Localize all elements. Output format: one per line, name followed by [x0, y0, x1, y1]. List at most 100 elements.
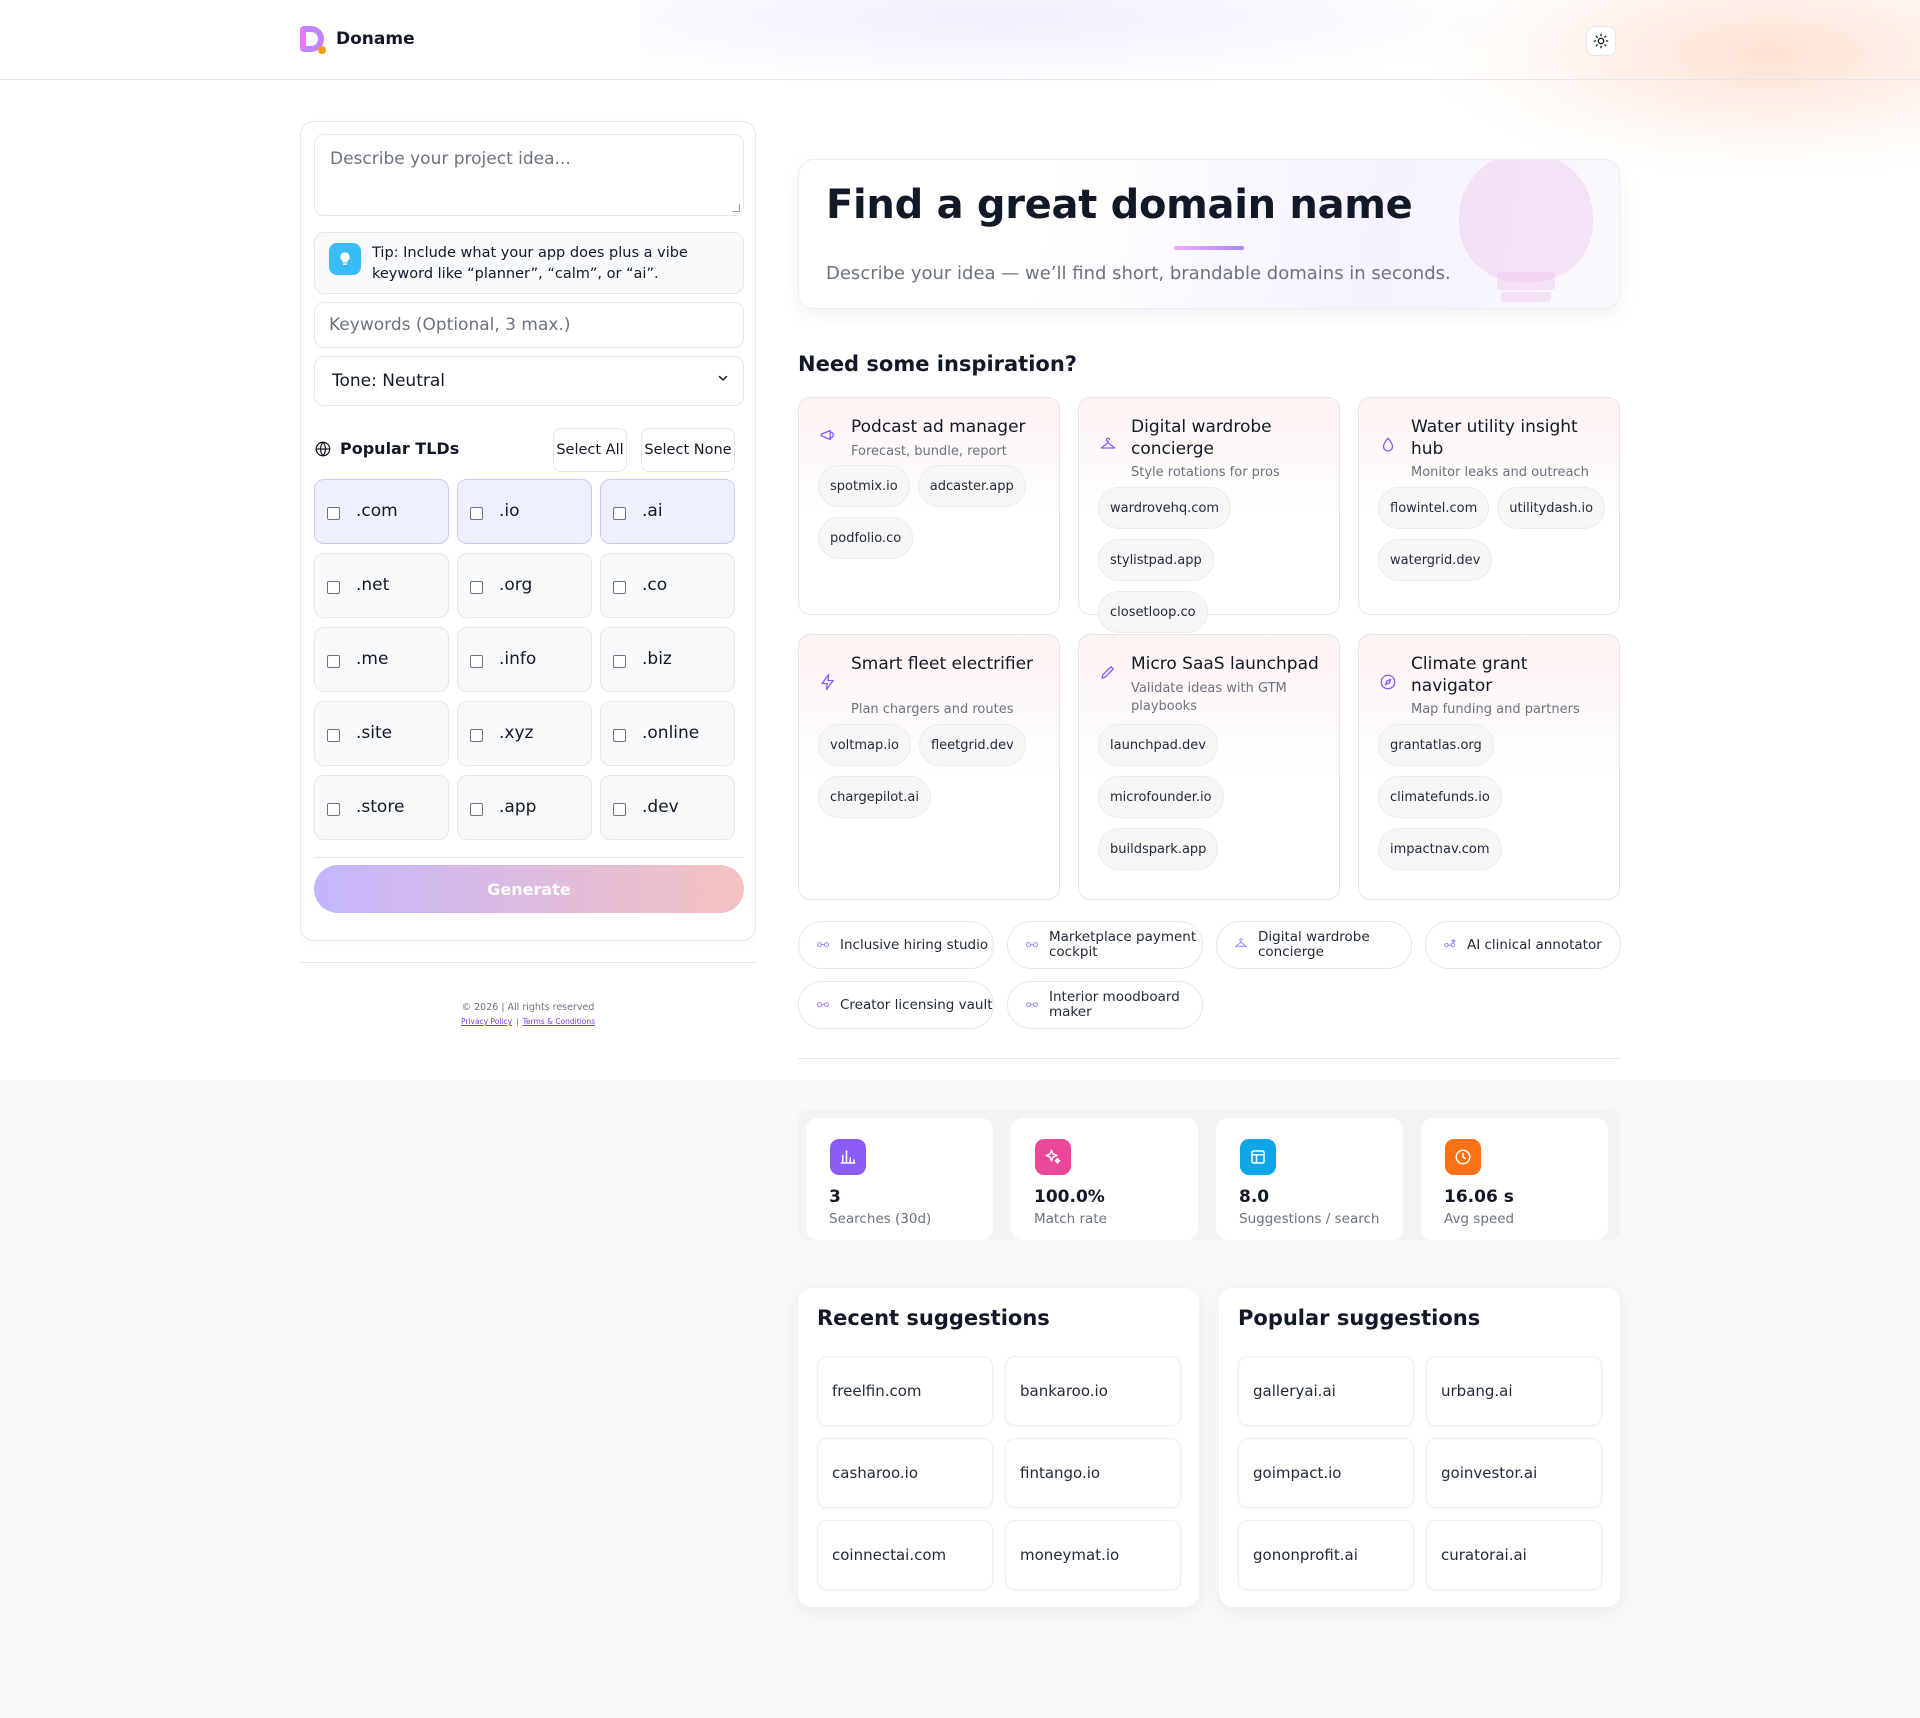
idea-pill[interactable]: Creator licensing vault: [798, 981, 994, 1029]
suggestion-item[interactable]: gononprofit.ai: [1238, 1520, 1414, 1590]
tld-option[interactable]: .co: [600, 553, 735, 618]
idea-pill[interactable]: Digital wardrobe concierge: [1216, 921, 1412, 969]
tld-option[interactable]: .info: [457, 627, 592, 692]
keywords-input[interactable]: Keywords (Optional, 3 max.): [314, 302, 744, 348]
idea-textarea[interactable]: Describe your project idea...: [314, 134, 744, 216]
tld-label: .app: [499, 797, 537, 817]
tld-option[interactable]: .store: [314, 775, 449, 840]
tld-option[interactable]: .com: [314, 479, 449, 544]
domain-chip[interactable]: launchpad.dev: [1098, 724, 1218, 766]
inspiration-card[interactable]: Micro SaaS launchpad Validate ideas with …: [1078, 634, 1340, 900]
domain-chip[interactable]: buildspark.app: [1098, 828, 1219, 870]
hanger-icon: [1100, 437, 1116, 449]
domain-chip[interactable]: watergrid.dev: [1378, 539, 1493, 581]
inspiration-card-title: Water utility insight hub: [1411, 417, 1578, 459]
idea-pill[interactable]: Interior moodboard maker: [1007, 981, 1203, 1029]
privacy-link[interactable]: Privacy Policy: [461, 1017, 512, 1026]
domain-chip[interactable]: fleetgrid.dev: [918, 724, 1026, 766]
domain-chip[interactable]: grantatlas.org: [1378, 724, 1494, 766]
suggestion-item[interactable]: goinvestor.ai: [1426, 1438, 1602, 1508]
tld-title-label: Popular TLDs: [340, 439, 460, 458]
domain-chip[interactable]: stylistpad.app: [1098, 539, 1214, 581]
inspiration-title: Need some inspiration?: [798, 352, 1077, 376]
terms-link[interactable]: Terms & Conditions: [523, 1017, 595, 1026]
domain-chip[interactable]: climatefunds.io: [1378, 776, 1502, 818]
tld-checkbox[interactable]: [613, 729, 626, 742]
domain-chip[interactable]: adcaster.app: [917, 465, 1026, 507]
glasses-icon: [816, 941, 830, 947]
domain-chip[interactable]: impactnav.com: [1378, 828, 1502, 870]
suggestion-item[interactable]: bankaroo.io: [1005, 1356, 1181, 1426]
tld-option[interactable]: .xyz: [457, 701, 592, 766]
tld-checkbox[interactable]: [470, 581, 483, 594]
idea-pill-icon: [1025, 997, 1039, 1014]
layout-icon: [1251, 1150, 1265, 1164]
hero-title: Find a great domain name: [826, 182, 1413, 228]
domain-chip[interactable]: voltmap.io: [818, 724, 911, 766]
tld-checkbox[interactable]: [470, 729, 483, 742]
tld-option[interactable]: .org: [457, 553, 592, 618]
tld-checkbox[interactable]: [613, 655, 626, 668]
generate-button[interactable]: Generate: [314, 865, 744, 913]
tld-checkbox[interactable]: [613, 803, 626, 816]
domain-chip[interactable]: utilitydash.io: [1497, 487, 1606, 529]
inspiration-card-icon: [1379, 436, 1397, 454]
tld-checkbox[interactable]: [613, 507, 626, 520]
inspiration-card-title: Digital wardrobe concierge: [1131, 417, 1272, 459]
tld-checkbox[interactable]: [327, 803, 340, 816]
stat-card: 3 Searches (30d): [806, 1118, 993, 1240]
inspiration-card[interactable]: Podcast ad manager Forecast, bundle, repo…: [798, 397, 1060, 615]
stat-value: 3: [829, 1187, 841, 1207]
suggestion-item[interactable]: goimpact.io: [1238, 1438, 1414, 1508]
suggestion-item[interactable]: fintango.io: [1005, 1438, 1181, 1508]
tld-checkbox[interactable]: [470, 803, 483, 816]
suggestion-item[interactable]: moneymat.io: [1005, 1520, 1181, 1590]
domain-chip[interactable]: flowintel.com: [1378, 487, 1490, 529]
select-none-button[interactable]: Select None: [641, 428, 735, 472]
domain-chip[interactable]: closetloop.co: [1098, 591, 1208, 633]
select-all-button[interactable]: Select All: [553, 428, 627, 472]
suggestion-item[interactable]: urbang.ai: [1426, 1356, 1602, 1426]
tld-checkbox[interactable]: [327, 581, 340, 594]
suggestion-item[interactable]: casharoo.io: [817, 1438, 993, 1508]
idea-pill[interactable]: AI clinical annotator: [1425, 921, 1621, 969]
inspiration-card[interactable]: Smart fleet electrifier Plan chargers and…: [798, 634, 1060, 900]
suggestion-item[interactable]: coinnectai.com: [817, 1520, 993, 1590]
tld-option[interactable]: .dev: [600, 775, 735, 840]
suggestion-item[interactable]: galleryai.ai: [1238, 1356, 1414, 1426]
hero-subtitle: Describe your idea — we’ll find short, b…: [826, 263, 1451, 284]
tld-checkbox[interactable]: [470, 507, 483, 520]
tld-option[interactable]: .biz: [600, 627, 735, 692]
theme-toggle-button[interactable]: [1586, 26, 1616, 56]
tld-checkbox[interactable]: [327, 507, 340, 520]
domain-chip[interactable]: wardrovehq.com: [1098, 487, 1232, 529]
domain-chip[interactable]: podfolio.co: [818, 517, 914, 559]
tld-option[interactable]: .me: [314, 627, 449, 692]
brand[interactable]: Doname: [300, 24, 415, 54]
tld-checkbox[interactable]: [470, 655, 483, 668]
suggestion-item[interactable]: curatorai.ai: [1426, 1520, 1602, 1590]
resize-handle-icon[interactable]: [732, 204, 740, 212]
recent-suggestions-title: Recent suggestions: [817, 1306, 1050, 1330]
inspiration-card[interactable]: Water utility insight hub Monitor leaks a…: [1358, 397, 1620, 615]
tld-option[interactable]: .io: [457, 479, 592, 544]
inspiration-card[interactable]: Climate grant navigator Map funding and p…: [1358, 634, 1620, 900]
stat-icon: [830, 1139, 866, 1175]
suggestion-item[interactable]: freelfin.com: [817, 1356, 993, 1426]
domain-chip[interactable]: microfounder.io: [1098, 776, 1224, 818]
tld-option[interactable]: .ai: [600, 479, 735, 544]
domain-chip[interactable]: spotmix.io: [818, 465, 910, 507]
idea-pill[interactable]: Inclusive hiring studio: [798, 921, 994, 969]
tld-option[interactable]: .online: [600, 701, 735, 766]
inspiration-card[interactable]: Digital wardrobe concierge Style rotation…: [1078, 397, 1340, 633]
idea-pill[interactable]: Marketplace payment cockpit: [1007, 921, 1203, 969]
domain-chip[interactable]: chargepilot.ai: [818, 776, 931, 818]
tld-option[interactable]: .app: [457, 775, 592, 840]
tld-option[interactable]: .net: [314, 553, 449, 618]
tip-text: Tip: Include what your app does plus a v…: [372, 245, 688, 282]
tld-checkbox[interactable]: [613, 581, 626, 594]
tone-select[interactable]: Tone: Neutral: [314, 356, 744, 406]
tld-checkbox[interactable]: [327, 729, 340, 742]
tld-checkbox[interactable]: [327, 655, 340, 668]
tld-option[interactable]: .site: [314, 701, 449, 766]
